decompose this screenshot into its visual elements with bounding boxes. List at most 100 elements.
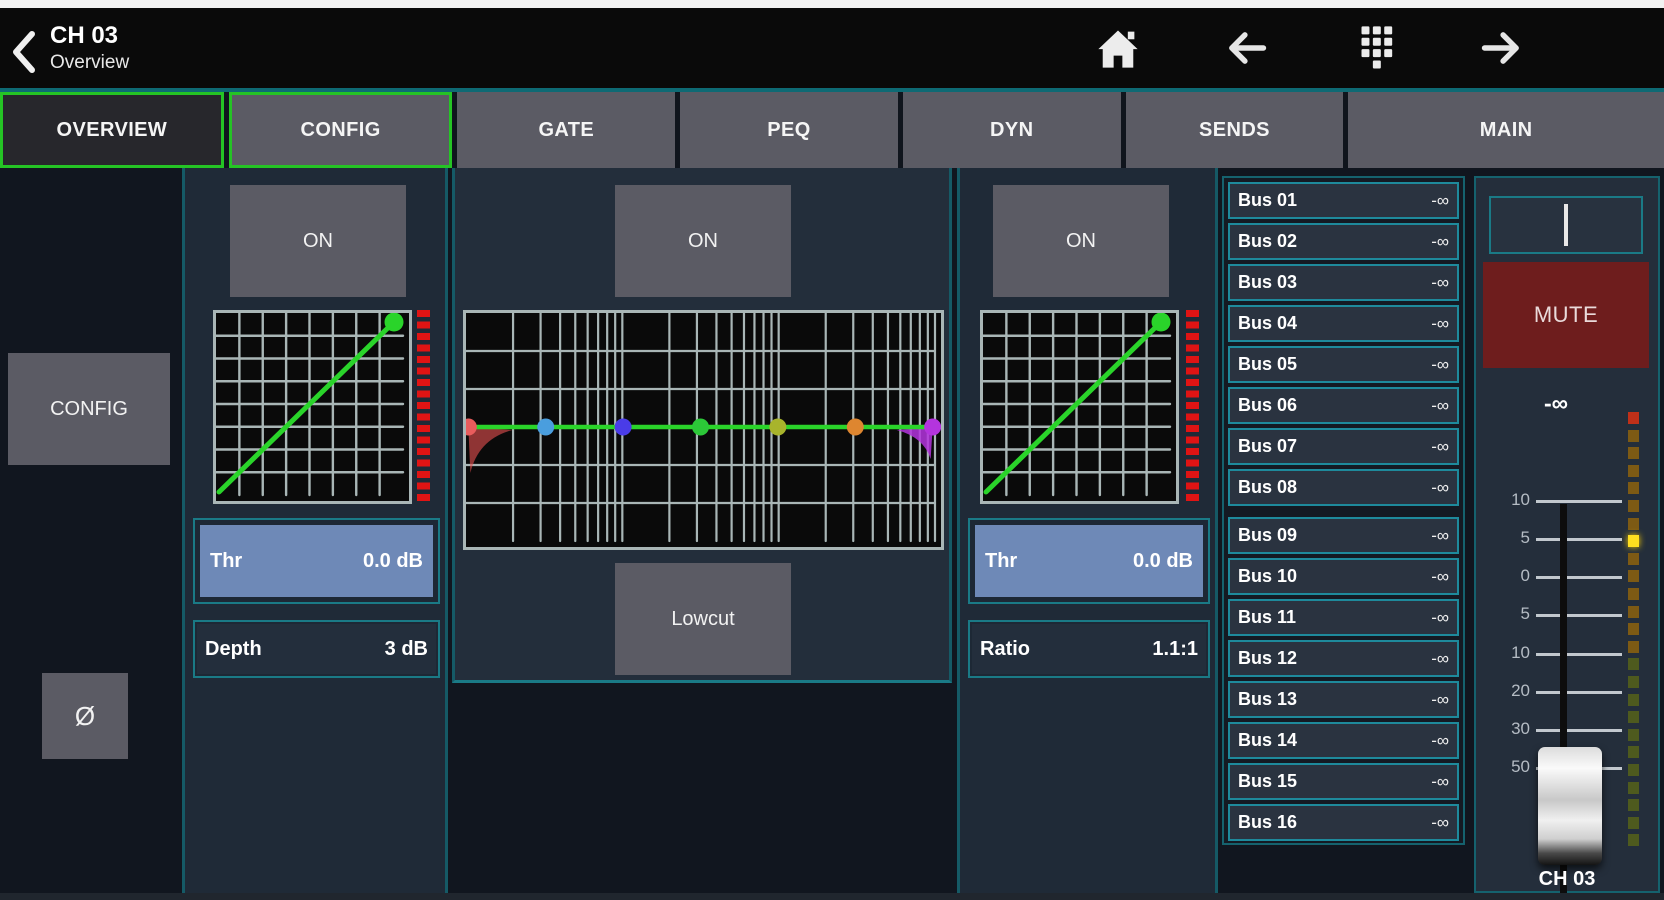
bus-label: Bus 10 [1238, 566, 1297, 587]
bus-label: Bus 09 [1238, 525, 1297, 546]
gate-on-button[interactable]: ON [230, 185, 406, 297]
bus-label: Bus 06 [1238, 395, 1297, 416]
bus-label: Bus 13 [1238, 689, 1297, 710]
bus-row[interactable]: Bus 14-∞ [1228, 722, 1459, 759]
arrow-right-icon[interactable] [1474, 20, 1530, 76]
back-chevron-icon[interactable] [6, 26, 46, 78]
bus-send-level: -∞ [1431, 191, 1449, 211]
bus-send-level: -∞ [1431, 567, 1449, 587]
bus-row[interactable]: Bus 13 -∞ [1228, 681, 1459, 718]
config-button[interactable]: CONFIG [8, 353, 170, 465]
bus-send-level: -∞ [1431, 731, 1449, 751]
meter-segment [1628, 606, 1639, 618]
meter-segment [1628, 799, 1639, 811]
graph-svg [216, 313, 409, 501]
fader-scale-label: 0 [1490, 566, 1530, 586]
lowcut-button[interactable]: Lowcut [615, 563, 791, 675]
tab-overview[interactable]: OVERVIEW [0, 92, 224, 168]
tab-sends[interactable]: SENDS [1126, 92, 1344, 168]
meter-segment [1628, 676, 1639, 688]
bus-row[interactable]: Bus 12-∞ [1228, 640, 1459, 677]
tab-config[interactable]: CONFIG [229, 92, 453, 168]
bus-label: Bus 11 [1238, 607, 1296, 628]
meter-segment [1628, 817, 1639, 829]
bus-row[interactable]: Bus 07-∞ [1228, 428, 1459, 465]
arrow-left-icon[interactable] [1218, 20, 1274, 76]
bus-send-level: -∞ [1431, 813, 1449, 833]
tab-gate[interactable]: GATE [457, 92, 675, 168]
tab-main[interactable]: MAIN [1348, 92, 1664, 168]
top-white-strip [0, 0, 1664, 8]
bus-row[interactable]: Bus 10 -∞ [1228, 558, 1459, 595]
peq-on-button[interactable]: ON [615, 185, 791, 297]
meter-segment [1628, 588, 1639, 600]
meter-segment [1628, 553, 1639, 565]
meter-segment [1628, 500, 1639, 512]
meter-segment [1628, 465, 1639, 477]
meter-segment [1628, 746, 1639, 758]
dyn-on-button[interactable]: ON [993, 185, 1169, 297]
channel-strip-panel: MUTE -∞ 1050510203050 CH 03 [1474, 176, 1660, 893]
gate-threshold-value: 0.0 dB [363, 550, 423, 573]
dyn-threshold-label: Thr [985, 550, 1017, 573]
bus-row[interactable]: Bus 01 -∞ [1228, 182, 1459, 219]
fader-scale-label: 20 [1490, 681, 1530, 701]
fader-knob[interactable] [1538, 747, 1602, 865]
page-subtitle: Overview [50, 52, 129, 74]
dyn-threshold-field[interactable]: Thr 0.0 dB [968, 518, 1210, 604]
bus-send-level: -∞ [1431, 526, 1449, 546]
bus-row[interactable]: Bus 15-∞ [1228, 763, 1459, 800]
fader-scale-tick [1536, 500, 1622, 503]
meter-segment [1628, 570, 1639, 582]
gate-panel: ON Thr 0.0 dB Depth 3 dB [182, 168, 448, 893]
gate-transfer-graph[interactable] [213, 310, 412, 504]
bus-send-level: -∞ [1431, 649, 1449, 669]
dyn-transfer-graph[interactable] [980, 310, 1179, 504]
fader-scale-label: 30 [1490, 719, 1530, 739]
bus-send-level: -∞ [1431, 690, 1449, 710]
graph-svg [983, 313, 1176, 501]
bottom-edge-strip [0, 893, 1664, 900]
graph-svg [466, 313, 941, 547]
tab-peq[interactable]: PEQ [680, 92, 898, 168]
tab-dyn[interactable]: DYN [903, 92, 1121, 168]
bus-send-level: -∞ [1431, 396, 1449, 416]
gate-threshold-field[interactable]: Thr 0.0 dB [193, 518, 440, 604]
phase-invert-button[interactable]: Ø [42, 673, 128, 759]
bus-label: Bus 03 [1238, 272, 1297, 293]
meter-segment [1628, 412, 1639, 424]
bus-send-level: -∞ [1431, 772, 1449, 792]
home-icon[interactable] [1090, 20, 1146, 76]
tab-bar: OVERVIEWCONFIGGATEPEQDYNSENDSMAIN [0, 92, 1664, 168]
bus-send-level: -∞ [1431, 314, 1449, 334]
bus-row[interactable]: Bus 03 -∞ [1228, 264, 1459, 301]
bus-row[interactable]: Bus 02 -∞ [1228, 223, 1459, 260]
peq-response-graph[interactable] [463, 310, 944, 550]
bus-row[interactable]: Bus 09 -∞ [1228, 517, 1459, 554]
dialpad-icon[interactable] [1346, 20, 1402, 76]
gate-depth-value: 3 dB [385, 638, 428, 661]
bus-row[interactable]: Bus 06 -∞ [1228, 387, 1459, 424]
bus-row[interactable]: Bus 11-∞ [1228, 599, 1459, 636]
peq-panel: ON Lowcut [452, 168, 952, 683]
meter-segment [1628, 482, 1639, 494]
bus-label: Bus 01 [1238, 190, 1297, 211]
strip-channel-label: CH 03 [1476, 868, 1658, 891]
gate-threshold-label: Thr [210, 550, 242, 573]
bus-send-level: -∞ [1431, 273, 1449, 293]
mixer-channel-overview-screen: CH 03 Overview [0, 0, 1664, 900]
bus-row[interactable]: Bus 08-∞ [1228, 469, 1459, 506]
dyn-threshold-value: 0.0 dB [1133, 550, 1193, 573]
bus-row[interactable]: Bus 05-∞ [1228, 346, 1459, 383]
gate-depth-field[interactable]: Depth 3 dB [193, 620, 440, 678]
meter-segment [1628, 782, 1639, 794]
bus-label: Bus 08 [1238, 477, 1297, 498]
meter-segment [1628, 430, 1639, 442]
gate-depth-label: Depth [205, 638, 262, 661]
bus-label: Bus 02 [1238, 231, 1297, 252]
bus-label: Bus 05 [1238, 354, 1297, 375]
bus-row[interactable]: Bus 04-∞ [1228, 305, 1459, 342]
bus-row[interactable]: Bus 16-∞ [1228, 804, 1459, 841]
bus-send-level: -∞ [1431, 232, 1449, 252]
dyn-ratio-field[interactable]: Ratio 1.1:1 [968, 620, 1210, 678]
